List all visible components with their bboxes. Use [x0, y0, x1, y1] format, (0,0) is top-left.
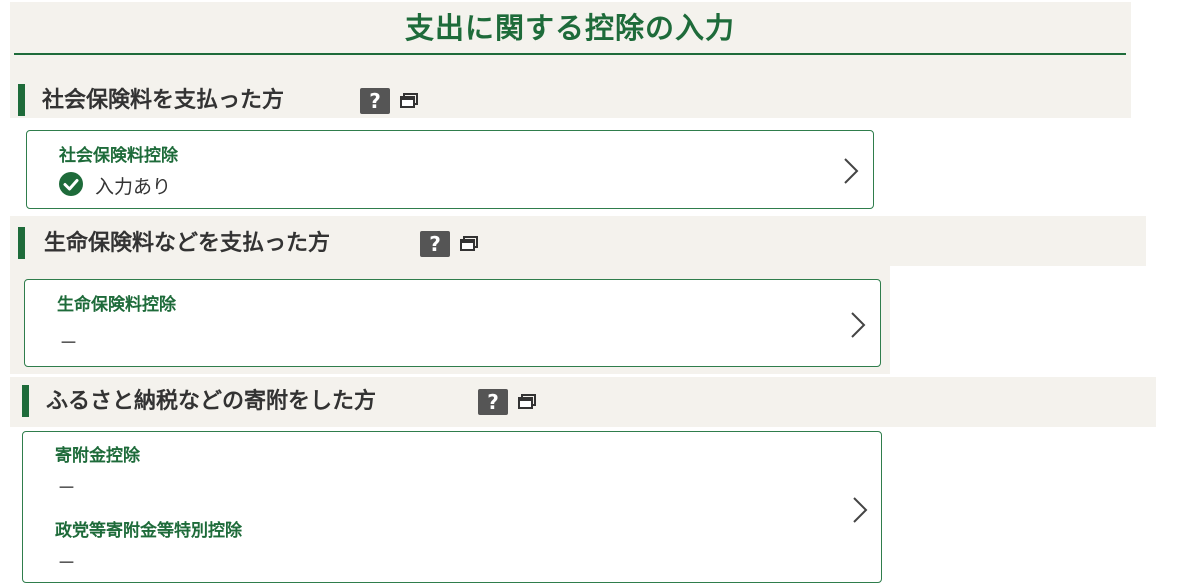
section-header-life-insurance: 生命保険料などを支払った方 ? [18, 219, 1118, 269]
item-value: － [57, 552, 77, 574]
section-header-social-insurance: 社会保険料を支払った方 ? [18, 76, 1118, 126]
item-value: － [57, 477, 77, 499]
new-window-icon[interactable] [460, 236, 478, 252]
section-marker [22, 385, 29, 417]
question-mark-icon[interactable]: ? [360, 88, 390, 114]
section-header-donations: ふるさと納税などの寄附をした方 ? [22, 377, 1122, 427]
chevron-right-icon [844, 158, 859, 184]
page-title: 支出に関する控除の入力 [404, 11, 735, 45]
chevron-right-icon [853, 497, 868, 523]
section-heading: ふるさと納税などの寄附をした方 [46, 389, 377, 414]
section-marker [18, 227, 25, 259]
section-heading: 社会保険料を支払った方 [42, 88, 285, 113]
deduction-card-life-insurance[interactable]: 生命保険料控除 － [24, 279, 881, 367]
item-title: 社会保険料控除 [59, 146, 178, 166]
deduction-card-donations[interactable]: 寄附金控除 － 政党等寄附金等特別控除 － [22, 431, 882, 583]
question-mark-icon[interactable]: ? [420, 231, 450, 257]
deduction-card-social-insurance[interactable]: 社会保険料控除 入力あり [26, 130, 874, 209]
title-divider [14, 53, 1126, 55]
new-window-icon[interactable] [400, 93, 418, 109]
chevron-right-icon [851, 312, 866, 338]
item-title: 政党等寄附金等特別控除 [55, 521, 242, 541]
section-heading: 生命保険料などを支払った方 [44, 231, 331, 256]
item-value: － [59, 332, 79, 354]
new-window-icon[interactable] [518, 394, 536, 410]
item-status: 入力あり [95, 176, 172, 198]
item-title: 寄附金控除 [55, 446, 140, 466]
section-marker [18, 84, 25, 116]
question-mark-icon[interactable]: ? [478, 389, 508, 415]
item-title: 生命保険料控除 [57, 295, 176, 315]
check-circle-icon [59, 172, 83, 196]
